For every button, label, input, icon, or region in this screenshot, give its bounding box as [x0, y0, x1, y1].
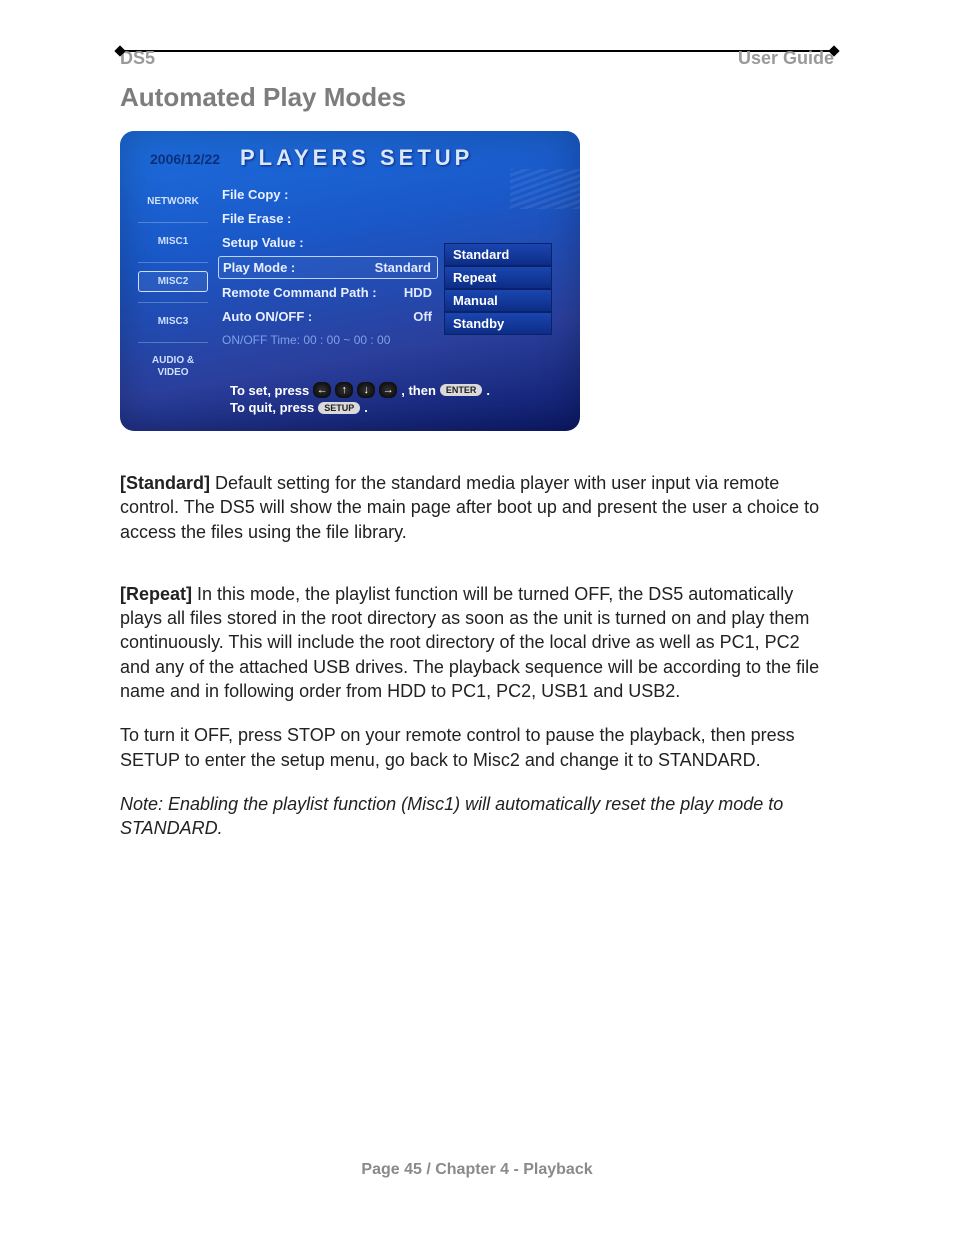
dropdown-option-manual[interactable]: Manual [444, 289, 552, 312]
sidebar-separator [138, 262, 208, 263]
paragraph-standard: [Standard] Default setting for the stand… [120, 471, 834, 544]
setup-sidebar: NETWORK MISC1 MISC2 MISC3 AUDIO & VIDEO [138, 183, 208, 393]
row-file-copy[interactable]: File Copy : [218, 184, 438, 205]
text-standard: Default setting for the standard media p… [120, 473, 819, 542]
paragraph-turnoff: To turn it OFF, press STOP on your remot… [120, 723, 834, 772]
sidebar-separator [138, 302, 208, 303]
arrow-left-icon: ← [313, 382, 331, 398]
row-remote-path[interactable]: Remote Command Path : HDD [218, 282, 438, 303]
row-label: File Erase : [222, 211, 291, 226]
sidebar-item-misc1[interactable]: MISC1 [138, 231, 208, 252]
row-onoff-time: ON/OFF Time: 00 : 00 ~ 00 : 00 [218, 330, 438, 350]
decorative-stripes [510, 169, 580, 209]
header-left: DS5 [120, 48, 155, 69]
dropdown-option-standby[interactable]: Standby [444, 312, 552, 335]
row-value: Off [413, 309, 432, 324]
players-setup-screenshot: 2006/12/22 PLAYERS SETUP NETWORK MISC1 M… [120, 131, 580, 431]
sidebar-item-misc3[interactable]: MISC3 [138, 311, 208, 332]
row-label: Auto ON/OFF : [222, 309, 312, 324]
hint-quit-suffix: . [364, 400, 368, 415]
dropdown-option-repeat[interactable]: Repeat [444, 266, 552, 289]
row-auto-onoff[interactable]: Auto ON/OFF : Off [218, 306, 438, 327]
row-value: Standard [375, 260, 431, 275]
play-mode-dropdown[interactable]: Standard Repeat Manual Standby [444, 243, 552, 335]
dropdown-option-standard[interactable]: Standard [444, 243, 552, 266]
hint-quit-text: To quit, press [230, 400, 314, 415]
row-label: Remote Command Path : [222, 285, 377, 300]
arrow-up-icon: ↑ [335, 382, 353, 398]
hint-then-text: , then [401, 383, 436, 398]
header-right: User Guide [738, 48, 834, 69]
enter-key-icon: ENTER [440, 384, 483, 396]
arrow-down-icon: ↓ [357, 382, 375, 398]
sidebar-separator [138, 342, 208, 343]
sidebar-item-audio-video[interactable]: AUDIO & VIDEO [138, 351, 208, 383]
row-label: Play Mode : [223, 260, 295, 275]
row-play-mode[interactable]: Play Mode : Standard [218, 256, 438, 279]
paragraph-repeat: [Repeat] In this mode, the playlist func… [120, 582, 834, 703]
page-footer: Page 45 / Chapter 4 - Playback [120, 1161, 834, 1179]
row-value: HDD [404, 285, 432, 300]
hint-set-text: To set, press [230, 383, 309, 398]
row-setup-value[interactable]: Setup Value : [218, 232, 438, 253]
label-repeat: [Repeat] [120, 584, 192, 604]
row-label: File Copy : [222, 187, 288, 202]
arrow-right-icon: → [379, 382, 397, 398]
row-file-erase[interactable]: File Erase : [218, 208, 438, 229]
page-header: DS5 User Guide [120, 48, 834, 52]
navigation-hints: To set, press ← ↑ ↓ → , then ENTER . To … [230, 380, 490, 415]
hint-set-suffix: . [486, 383, 490, 398]
sidebar-separator [138, 222, 208, 223]
screenshot-title: PLAYERS SETUP [240, 145, 473, 171]
sidebar-item-network[interactable]: NETWORK [138, 191, 208, 212]
row-label: Setup Value : [222, 235, 304, 250]
sidebar-item-misc2[interactable]: MISC2 [138, 271, 208, 292]
paragraph-note: Note: Enabling the playlist function (Mi… [120, 792, 834, 841]
setup-main-panel: File Copy : File Erase : Setup Value : P… [218, 181, 438, 353]
row-label: ON/OFF Time: 00 : 00 ~ 00 : 00 [222, 333, 390, 347]
screenshot-date: 2006/12/22 [150, 151, 220, 167]
setup-key-icon: SETUP [318, 402, 360, 414]
text-repeat: In this mode, the playlist function will… [120, 584, 819, 701]
label-standard: [Standard] [120, 473, 210, 493]
section-title: Automated Play Modes [120, 82, 834, 113]
